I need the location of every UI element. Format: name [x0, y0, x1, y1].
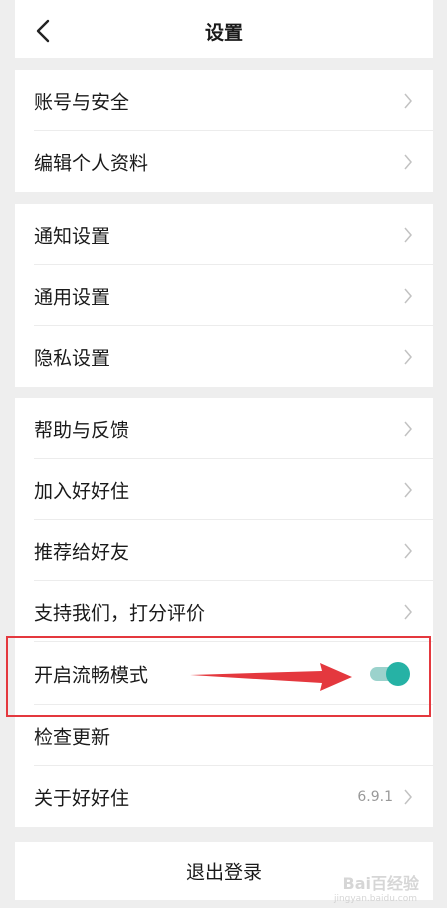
row-label: 帮助与反馈 [34, 419, 130, 441]
row-help-feedback[interactable]: 帮助与反馈 [15, 398, 433, 459]
version-number: 6.9.1 [357, 788, 393, 805]
settings-group-account: 账号与安全 编辑个人资料 [15, 70, 433, 192]
row-label: 检查更新 [34, 726, 111, 748]
row-check-update[interactable]: 检查更新 [15, 705, 433, 766]
row-privacy-settings[interactable]: 隐私设置 [15, 326, 433, 387]
row-label: 推荐给好友 [34, 541, 130, 563]
row-label: 通知设置 [34, 225, 111, 247]
row-recommend-friends[interactable]: 推荐给好友 [15, 520, 433, 581]
page-title: 设置 [204, 22, 243, 44]
row-smooth-mode: 开启流畅模式 [15, 642, 433, 705]
chevron-right-icon [404, 543, 412, 558]
row-label: 通用设置 [34, 286, 111, 308]
chevron-right-icon [404, 421, 412, 436]
row-rate-us[interactable]: 支持我们，打分评价 [15, 581, 433, 642]
row-label: 编辑个人资料 [34, 152, 149, 174]
settings-group-preferences: 通知设置 通用设置 隐私设置 [15, 204, 433, 387]
chevron-right-icon [404, 789, 412, 804]
row-general-settings[interactable]: 通用设置 [15, 265, 433, 326]
toggle-knob [386, 661, 410, 686]
row-label: 加入好好住 [34, 480, 130, 502]
row-label: 关于好好住 [34, 787, 130, 809]
chevron-right-icon [404, 93, 412, 108]
smooth-mode-toggle[interactable] [370, 661, 410, 687]
logout-button[interactable]: 退出登录 [15, 858, 433, 885]
row-label: 支持我们，打分评价 [34, 602, 206, 624]
chevron-right-icon [404, 227, 412, 242]
row-label: 隐私设置 [34, 347, 111, 369]
settings-screen: 设置 账号与安全 编辑个人资料 通知设置 通用设置 隐私设置 帮助与反馈 加入好… [0, 0, 447, 908]
row-account-security[interactable]: 账号与安全 [15, 70, 433, 131]
row-label: 账号与安全 [34, 91, 130, 113]
chevron-right-icon [404, 482, 412, 497]
chevron-right-icon [404, 349, 412, 364]
row-join[interactable]: 加入好好住 [15, 459, 433, 520]
top-bar: 设置 [15, 0, 433, 58]
logout-bar: 退出登录 [15, 842, 433, 900]
row-notification-settings[interactable]: 通知设置 [15, 204, 433, 265]
row-label: 开启流畅模式 [34, 664, 149, 686]
row-edit-profile[interactable]: 编辑个人资料 [15, 131, 433, 192]
settings-group-about: 帮助与反馈 加入好好住 推荐给好友 支持我们，打分评价 开启流畅模式 检查更新 … [15, 398, 433, 827]
row-about[interactable]: 关于好好住 6.9.1 [15, 766, 433, 827]
chevron-right-icon [404, 604, 412, 619]
chevron-right-icon [404, 288, 412, 303]
chevron-right-icon [404, 154, 412, 169]
